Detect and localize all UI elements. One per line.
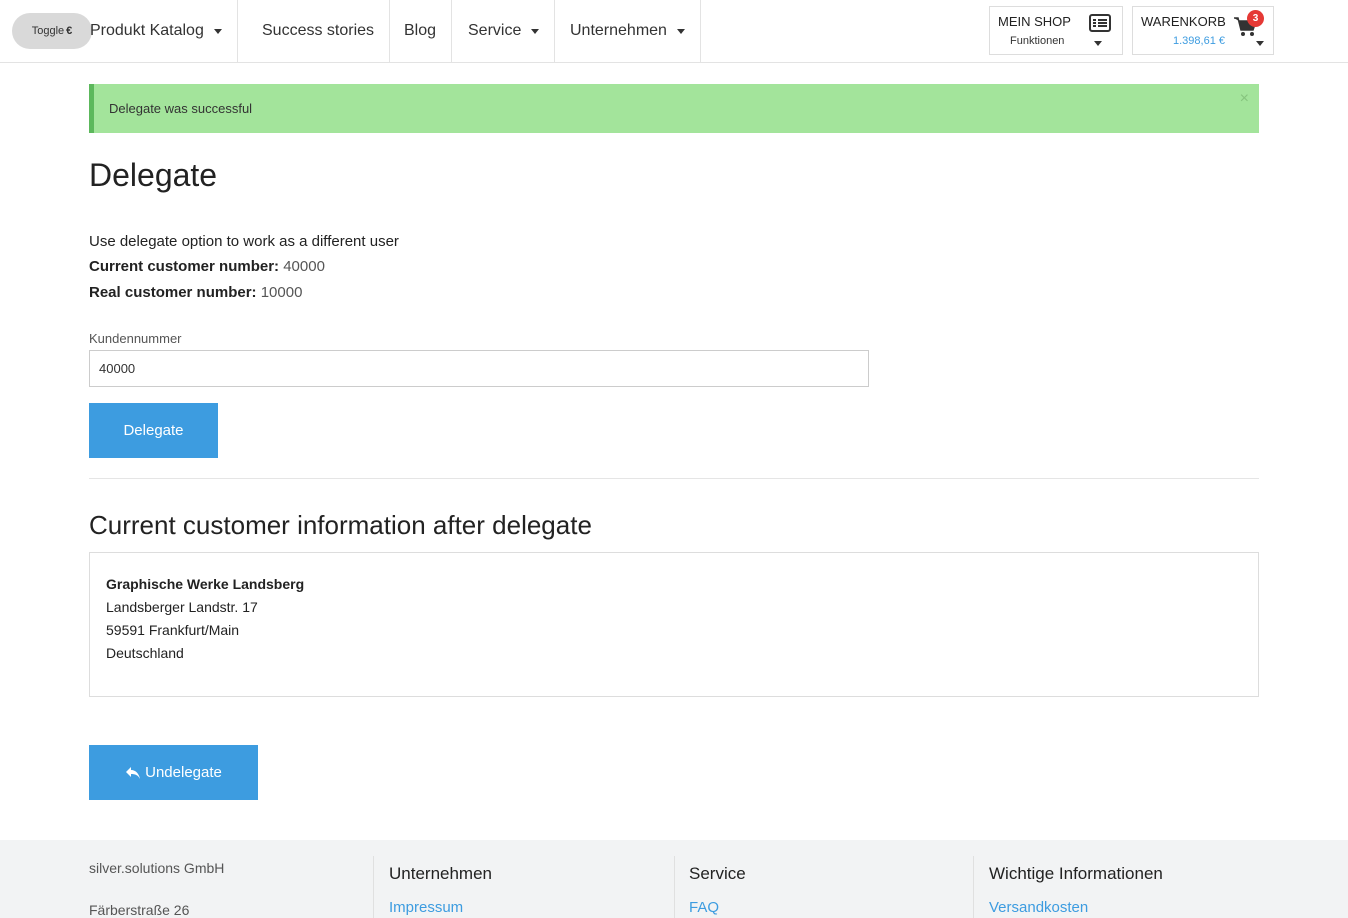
delegate-description: Use delegate option to work as a differe…	[89, 233, 399, 250]
nav-label: Success stories	[262, 22, 375, 39]
nav-item-service[interactable]: Service	[453, 0, 556, 62]
nav-item-blog[interactable]: Blog	[389, 0, 453, 62]
nav-item-unternehmen[interactable]: Unternehmen	[555, 0, 701, 62]
real-customer-value: 10000	[260, 284, 303, 301]
footer-separator	[973, 856, 974, 918]
current-customer-label: Current customer number:	[89, 258, 280, 275]
customer-number-label: Kundennummer	[89, 331, 182, 346]
real-customer-label: Real customer number:	[89, 284, 257, 301]
alert-message: Delegate was successful	[109, 101, 253, 116]
reply-icon	[126, 766, 141, 779]
cart-button[interactable]: WARENKORB 1.398,61 € 3	[1132, 6, 1274, 55]
caret-down-icon	[213, 28, 222, 34]
customer-info-title: Current customer information after deleg…	[89, 510, 592, 540]
footer-separator	[373, 856, 374, 918]
address-country: Deutschland	[106, 645, 184, 661]
cart-count-badge: 3	[1247, 10, 1264, 27]
nav-label: Produkt Katalog	[90, 22, 204, 39]
nav-item-produkt-katalog[interactable]: Produkt Katalog	[78, 0, 238, 62]
nav-label: Service	[468, 22, 522, 39]
nav-label: Unternehmen	[570, 22, 667, 39]
current-customer-value: 40000	[283, 258, 325, 275]
caret-down-icon	[531, 28, 540, 34]
footer-separator	[674, 856, 675, 918]
real-customer-number: Real customer number: 10000	[89, 284, 302, 301]
top-navigation: Toggle € Produkt Katalog Success stories…	[0, 0, 1348, 63]
undelegate-button[interactable]: Undelegate	[89, 745, 258, 800]
section-divider	[89, 478, 1259, 479]
success-alert: Delegate was successful ×	[89, 84, 1259, 133]
nav-label: Blog	[404, 22, 437, 39]
customer-number-input[interactable]	[89, 350, 869, 387]
euro-icon: €	[66, 25, 73, 37]
page-title: Delegate	[89, 157, 218, 193]
my-shop-button[interactable]: MEIN SHOP Funktionen	[989, 6, 1123, 55]
footer-heading-service: Service	[689, 864, 746, 883]
customer-address-box: Graphische Werke Landsberg Landsberger L…	[89, 552, 1259, 697]
footer-link-versandkosten[interactable]: Versandkosten	[989, 899, 1088, 916]
undelegate-label: Undelegate	[145, 764, 222, 781]
caret-down-icon	[1256, 41, 1264, 46]
footer-company: silver.solutions GmbH	[89, 860, 225, 876]
footer-heading-wichtige-informationen: Wichtige Informationen	[989, 864, 1163, 883]
my-shop-subtitle: Funktionen	[1010, 35, 1065, 47]
toggle-label: Toggle	[31, 25, 65, 37]
close-icon[interactable]: ×	[1240, 90, 1249, 108]
cart-title: WARENKORB	[1141, 14, 1226, 29]
my-shop-title: MEIN SHOP	[998, 14, 1071, 29]
delegate-button[interactable]: Delegate	[89, 403, 218, 458]
footer: silver.solutions GmbH Färberstraße 26 Un…	[0, 840, 1348, 918]
address-city: 59591 Frankfurt/Main	[106, 622, 240, 638]
footer-heading-unternehmen: Unternehmen	[389, 864, 493, 883]
list-icon	[1089, 14, 1111, 32]
footer-link-faq[interactable]: FAQ	[689, 899, 719, 916]
caret-down-icon	[676, 28, 685, 34]
footer-link-impressum[interactable]: Impressum	[389, 899, 463, 916]
address-company: Graphische Werke Landsberg	[106, 576, 305, 592]
nav-item-success-stories[interactable]: Success stories	[247, 0, 391, 62]
address-street: Landsberger Landstr. 17	[106, 599, 258, 615]
cart-total: 1.398,61 €	[1173, 35, 1225, 47]
footer-street: Färberstraße 26	[89, 902, 190, 918]
caret-down-icon	[1094, 41, 1102, 46]
current-customer-number: Current customer number: 40000	[89, 258, 325, 275]
